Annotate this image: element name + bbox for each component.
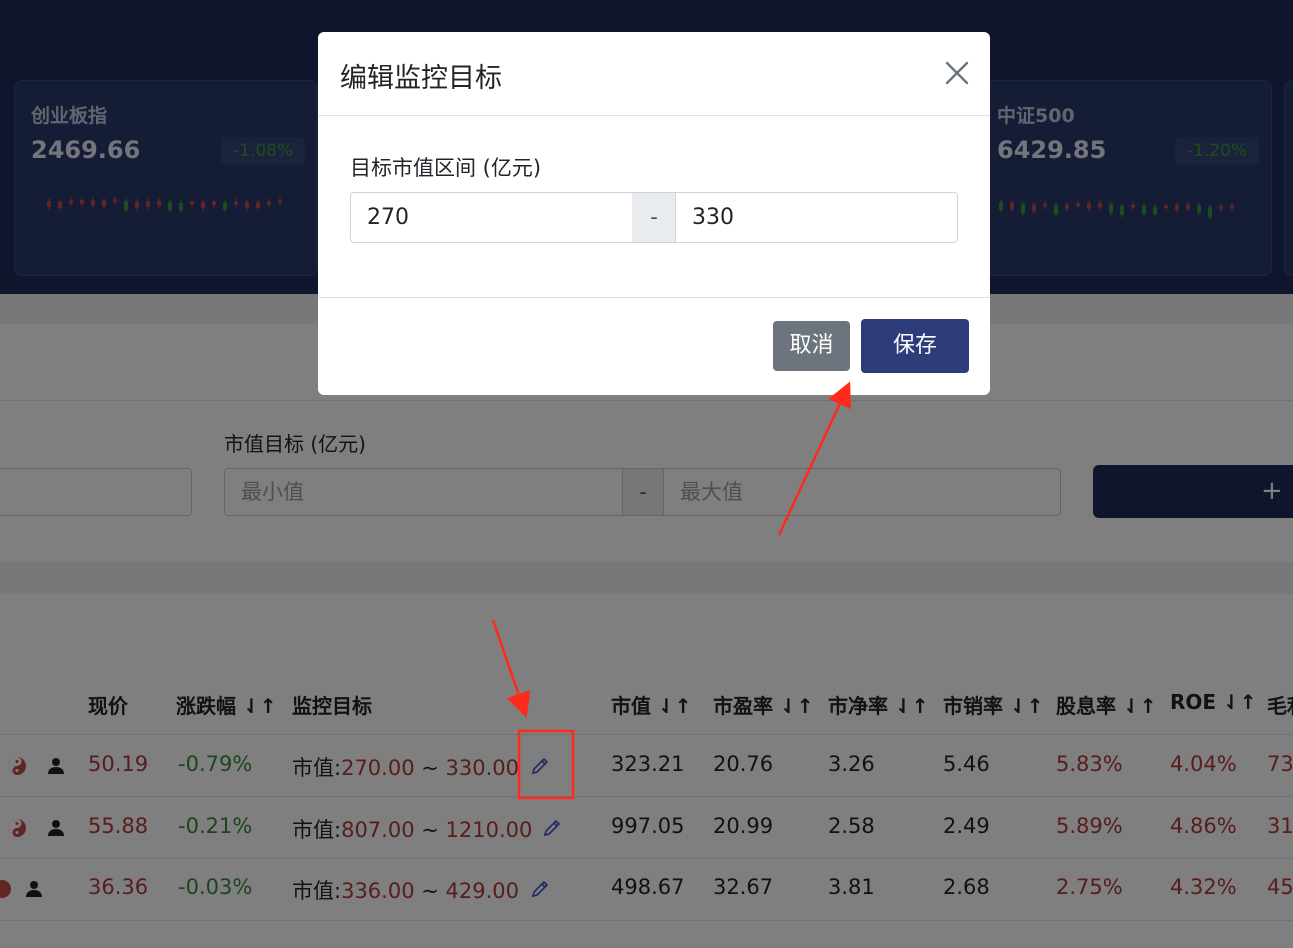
modal-title: 编辑监控目标	[340, 63, 502, 94]
target-range-label: 目标市值区间 (亿元)	[350, 156, 542, 180]
cancel-button[interactable]: 取消	[773, 321, 850, 371]
edit-monitor-modal: 编辑监控目标 目标市值区间 (亿元) 270 - 330 取消 保存	[318, 32, 990, 395]
close-icon[interactable]	[942, 58, 972, 88]
range-max-input[interactable]: 330	[675, 192, 958, 243]
range-separator: -	[632, 192, 676, 243]
modal-header-divider	[318, 115, 990, 116]
modal-footer-divider	[318, 297, 990, 298]
range-min-input[interactable]: 270	[350, 192, 633, 243]
save-button[interactable]: 保存	[861, 319, 969, 373]
